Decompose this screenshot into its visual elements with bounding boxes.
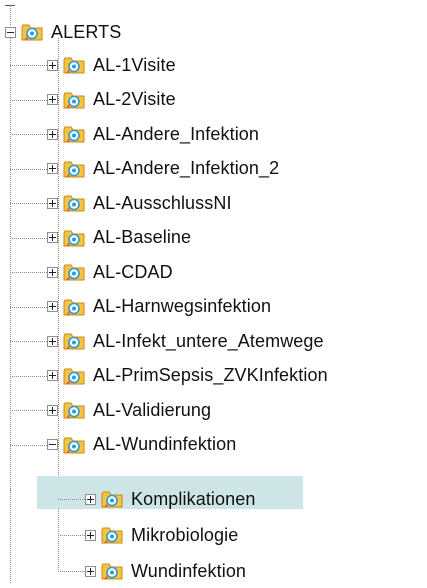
tree-branch-line <box>10 168 47 170</box>
expand-toggle-icon[interactable] <box>85 493 96 505</box>
alert-folder-icon <box>101 491 123 508</box>
expand-toggle-icon[interactable] <box>85 529 96 541</box>
tree-node-label: Wundinfektion <box>131 560 247 581</box>
tree-node-label: ALERTS <box>51 21 122 42</box>
alert-folder-icon <box>63 333 85 350</box>
expand-toggle-icon[interactable] <box>47 163 58 174</box>
tree-branch-line <box>58 571 85 572</box>
tree-branch-line <box>10 272 47 273</box>
tree-node-label: Komplikationen <box>131 488 256 509</box>
tree-branch-line <box>10 99 47 101</box>
tree-node-label: AL-Wundinfektion <box>93 434 237 454</box>
alert-folder-icon <box>63 368 85 384</box>
tree-node[interactable]: AL-PrimSepsis_ZVKInfektion <box>47 359 328 393</box>
tree-branch-line <box>58 535 85 536</box>
tree-node-label: Mikrobiologie <box>131 524 239 545</box>
collapse-toggle-icon[interactable] <box>5 26 16 38</box>
tree-node-label: AL-Infekt_untere_Atemwege <box>93 330 324 351</box>
tree-level2-guide <box>58 500 59 572</box>
tree-node-label: AL-CDAD <box>93 261 173 282</box>
tree-node[interactable]: AL-Andere_Infektion_2 <box>47 152 279 186</box>
tree-branch-line <box>10 410 47 411</box>
expand-toggle-icon[interactable] <box>47 94 58 105</box>
expand-toggle-icon[interactable] <box>47 266 58 278</box>
expand-toggle-icon[interactable] <box>47 197 58 209</box>
tree-node-label: AL-AusschlussNI <box>93 192 232 213</box>
tree-node[interactable]: Mikrobiologie <box>85 518 238 552</box>
expand-toggle-icon[interactable] <box>47 232 58 243</box>
alert-folder-icon <box>63 402 85 419</box>
expand-toggle-icon[interactable] <box>47 59 58 71</box>
tree-level1-guide <box>10 38 11 489</box>
alert-folder-icon <box>101 527 123 544</box>
alert-folder-icon <box>63 264 85 281</box>
tree-panel-edge <box>10 489 11 583</box>
tree-node-label: AL-PrimSepsis_ZVKInfektion <box>93 365 328 385</box>
tree-branch-line <box>58 499 85 500</box>
alert-folder-icon <box>63 230 85 246</box>
tree-node-root[interactable]: ALERTS <box>5 15 121 49</box>
tree-branch-line <box>10 306 47 308</box>
alert-folder-icon <box>63 161 85 177</box>
tree-branch-line <box>10 375 47 377</box>
alerts-tree-view: ALERTS AL-1Visite AL-2Visite AL-Andere_Inf… <box>0 0 427 583</box>
tree-node[interactable]: AL-AusschlussNI <box>47 186 232 220</box>
tree-node[interactable]: AL-Andere_Infektion <box>47 117 259 151</box>
tree-node[interactable]: AL-Infekt_untere_Atemwege <box>47 324 324 358</box>
tree-node-label: AL-Andere_Infektion <box>93 123 260 144</box>
tree-node[interactable]: AL-1Visite <box>47 48 176 82</box>
alert-folder-icon <box>63 126 85 143</box>
tree-node[interactable]: AL-Harnwegsinfektion <box>47 290 271 324</box>
tree-node-label: AL-2Visite <box>93 89 176 109</box>
tree-node[interactable]: AL-Wundinfektion <box>47 428 236 462</box>
tree-node-label: AL-Andere_Infektion_2 <box>93 158 280 178</box>
expand-toggle-icon[interactable] <box>47 335 58 347</box>
expand-toggle-icon[interactable] <box>47 301 58 312</box>
alert-folder-icon <box>63 299 85 315</box>
tree-node-label: AL-Validierung <box>93 399 212 420</box>
expand-toggle-icon[interactable] <box>47 404 58 416</box>
expand-toggle-icon[interactable] <box>47 370 58 381</box>
tree-node[interactable]: Komplikationen <box>85 482 255 516</box>
tree-node-label: AL-1Visite <box>93 54 176 75</box>
tree-node[interactable]: AL-Baseline <box>47 221 191 255</box>
alert-folder-icon <box>63 437 85 453</box>
alert-folder-icon <box>63 57 85 74</box>
tree-node[interactable]: AL-2Visite <box>47 83 176 117</box>
tree-branch-line <box>10 203 47 204</box>
tree-branch-line <box>10 134 47 135</box>
tree-node[interactable]: AL-Validierung <box>47 393 211 427</box>
expand-toggle-icon[interactable] <box>85 565 96 577</box>
alert-folder-icon <box>21 24 43 41</box>
collapse-toggle-icon[interactable] <box>47 439 58 450</box>
tree-node-label: AL-Baseline <box>93 227 192 247</box>
tree-branch-line <box>10 237 47 239</box>
alert-folder-icon <box>63 195 85 212</box>
tree-branch-line <box>10 444 47 446</box>
tree-node[interactable]: AL-CDAD <box>47 255 173 289</box>
tree-node-label: AL-Harnwegsinfektion <box>93 296 272 316</box>
alert-folder-icon <box>101 563 123 580</box>
alert-folder-icon <box>63 92 85 108</box>
expand-toggle-icon[interactable] <box>47 128 58 140</box>
tree-branch-line <box>10 341 47 342</box>
tree-branch-line <box>10 65 47 66</box>
